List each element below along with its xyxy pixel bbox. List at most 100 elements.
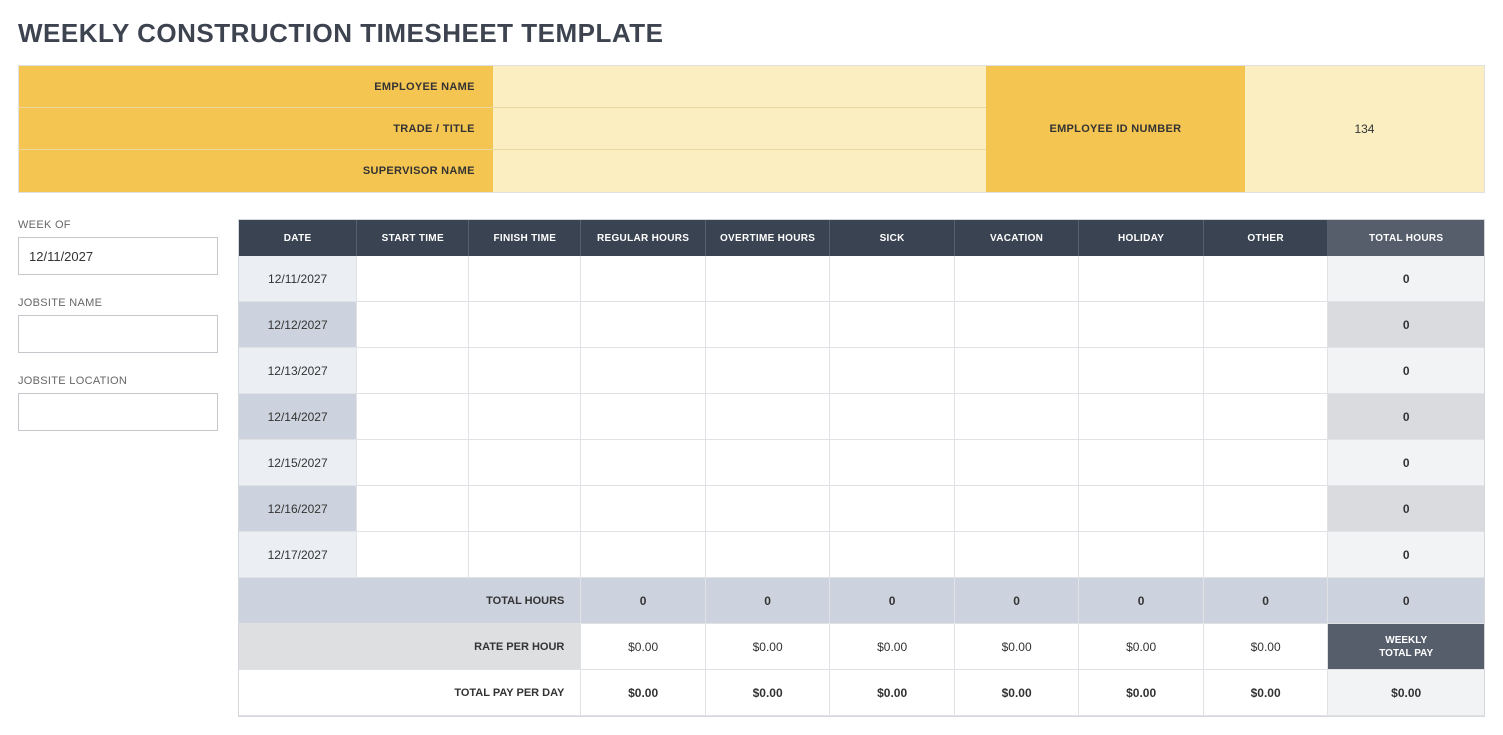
- cell-vacation[interactable]: [955, 486, 1080, 532]
- col-regular: REGULAR HOURS: [581, 220, 706, 256]
- cell-sick[interactable]: [830, 532, 955, 578]
- cell-total: 0: [1328, 302, 1484, 348]
- grid-header: DATE START TIME FINISH TIME REGULAR HOUR…: [239, 220, 1484, 256]
- cell-sick[interactable]: [830, 440, 955, 486]
- col-sick: SICK: [830, 220, 955, 256]
- jobsite-name-input[interactable]: [18, 315, 218, 353]
- col-other: OTHER: [1204, 220, 1329, 256]
- week-of-input[interactable]: [18, 237, 218, 275]
- rate-vacation[interactable]: $0.00: [955, 624, 1080, 670]
- cell-regular[interactable]: [581, 302, 706, 348]
- cell-total: 0: [1328, 532, 1484, 578]
- cell-regular[interactable]: [581, 440, 706, 486]
- cell-finish[interactable]: [469, 394, 581, 440]
- cell-start[interactable]: [357, 256, 469, 302]
- jobsite-name-label: JOBSITE NAME: [18, 297, 218, 309]
- cell-other[interactable]: [1204, 486, 1329, 532]
- pay-holiday: $0.00: [1079, 670, 1204, 716]
- cell-holiday[interactable]: [1079, 394, 1204, 440]
- cell-other[interactable]: [1204, 348, 1329, 394]
- cell-holiday[interactable]: [1079, 440, 1204, 486]
- cell-vacation[interactable]: [955, 532, 1080, 578]
- trade-title-value[interactable]: [493, 108, 986, 149]
- cell-overtime[interactable]: [706, 394, 831, 440]
- supervisor-name-value[interactable]: [493, 150, 986, 192]
- cell-vacation[interactable]: [955, 394, 1080, 440]
- cell-regular[interactable]: [581, 532, 706, 578]
- cell-regular[interactable]: [581, 256, 706, 302]
- rate-regular[interactable]: $0.00: [581, 624, 706, 670]
- cell-other[interactable]: [1204, 302, 1329, 348]
- employee-id-label: EMPLOYEE ID NUMBER: [986, 66, 1245, 192]
- footer-rate: RATE PER HOUR $0.00 $0.00 $0.00 $0.00 $0…: [239, 624, 1484, 670]
- cell-other[interactable]: [1204, 440, 1329, 486]
- cell-overtime[interactable]: [706, 440, 831, 486]
- cell-total: 0: [1328, 348, 1484, 394]
- cell-start[interactable]: [357, 440, 469, 486]
- cell-start[interactable]: [357, 532, 469, 578]
- cell-sick[interactable]: [830, 348, 955, 394]
- cell-overtime[interactable]: [706, 256, 831, 302]
- table-row: 12/12/20270: [239, 302, 1484, 348]
- cell-holiday[interactable]: [1079, 256, 1204, 302]
- table-row: 12/13/20270: [239, 348, 1484, 394]
- page-title: WEEKLY CONSTRUCTION TIMESHEET TEMPLATE: [18, 18, 1485, 49]
- employee-id-value[interactable]: 134: [1245, 66, 1484, 192]
- cell-sick[interactable]: [830, 394, 955, 440]
- cell-sick[interactable]: [830, 302, 955, 348]
- cell-finish[interactable]: [469, 302, 581, 348]
- cell-vacation[interactable]: [955, 302, 1080, 348]
- cell-holiday[interactable]: [1079, 302, 1204, 348]
- col-overtime: OVERTIME HOURS: [706, 220, 831, 256]
- weekly-total-pay-label: WEEKLY TOTAL PAY: [1328, 624, 1484, 670]
- cell-finish[interactable]: [469, 440, 581, 486]
- table-row: 12/17/20270: [239, 532, 1484, 578]
- week-of-label: WEEK OF: [18, 219, 218, 231]
- cell-regular[interactable]: [581, 486, 706, 532]
- cell-overtime[interactable]: [706, 486, 831, 532]
- cell-other[interactable]: [1204, 394, 1329, 440]
- cell-start[interactable]: [357, 302, 469, 348]
- employee-name-value[interactable]: [493, 66, 986, 107]
- cell-vacation[interactable]: [955, 256, 1080, 302]
- cell-finish[interactable]: [469, 486, 581, 532]
- cell-vacation[interactable]: [955, 440, 1080, 486]
- pay-label: TOTAL PAY PER DAY: [239, 670, 581, 716]
- rate-holiday[interactable]: $0.00: [1079, 624, 1204, 670]
- cell-other[interactable]: [1204, 256, 1329, 302]
- table-row: 12/14/20270: [239, 394, 1484, 440]
- total-hours-other: 0: [1204, 578, 1329, 624]
- cell-vacation[interactable]: [955, 348, 1080, 394]
- cell-regular[interactable]: [581, 394, 706, 440]
- cell-sick[interactable]: [830, 486, 955, 532]
- total-hours-vacation: 0: [955, 578, 1080, 624]
- cell-finish[interactable]: [469, 256, 581, 302]
- rate-other[interactable]: $0.00: [1204, 624, 1329, 670]
- rate-overtime[interactable]: $0.00: [706, 624, 831, 670]
- cell-start[interactable]: [357, 486, 469, 532]
- cell-start[interactable]: [357, 348, 469, 394]
- total-hours-regular: 0: [581, 578, 706, 624]
- footer-pay: TOTAL PAY PER DAY $0.00 $0.00 $0.00 $0.0…: [239, 670, 1484, 716]
- footer-total-hours: TOTAL HOURS 0 0 0 0 0 0 0: [239, 578, 1484, 624]
- table-row: 12/16/20270: [239, 486, 1484, 532]
- pay-other: $0.00: [1204, 670, 1329, 716]
- col-date: DATE: [239, 220, 357, 256]
- total-hours-sick: 0: [830, 578, 955, 624]
- cell-overtime[interactable]: [706, 302, 831, 348]
- cell-finish[interactable]: [469, 532, 581, 578]
- cell-finish[interactable]: [469, 348, 581, 394]
- cell-holiday[interactable]: [1079, 348, 1204, 394]
- cell-start[interactable]: [357, 394, 469, 440]
- cell-regular[interactable]: [581, 348, 706, 394]
- cell-holiday[interactable]: [1079, 532, 1204, 578]
- rate-sick[interactable]: $0.00: [830, 624, 955, 670]
- cell-sick[interactable]: [830, 256, 955, 302]
- pay-sick: $0.00: [830, 670, 955, 716]
- cell-overtime[interactable]: [706, 348, 831, 394]
- cell-other[interactable]: [1204, 532, 1329, 578]
- cell-total: 0: [1328, 256, 1484, 302]
- cell-overtime[interactable]: [706, 532, 831, 578]
- cell-holiday[interactable]: [1079, 486, 1204, 532]
- jobsite-location-input[interactable]: [18, 393, 218, 431]
